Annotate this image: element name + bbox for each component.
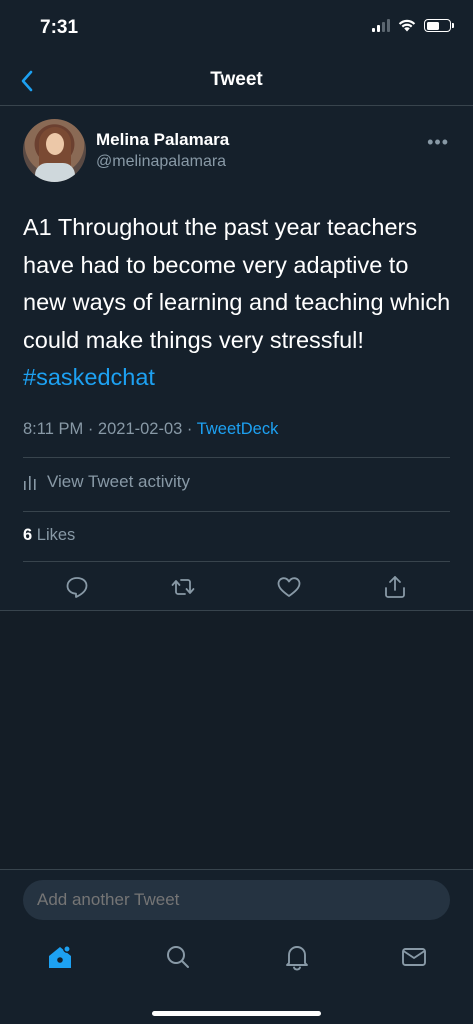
divider bbox=[23, 457, 450, 458]
wifi-icon bbox=[398, 19, 416, 32]
empty-replies-area bbox=[0, 611, 473, 869]
home-indicator[interactable] bbox=[152, 1011, 321, 1016]
retweet-icon[interactable] bbox=[170, 574, 196, 600]
tweet-source-link[interactable]: TweetDeck bbox=[197, 420, 279, 438]
notifications-icon[interactable] bbox=[283, 943, 311, 971]
divider bbox=[23, 511, 450, 512]
navigation-header: Tweet bbox=[0, 56, 473, 106]
likes-label: Likes bbox=[36, 526, 76, 544]
likes-count: 6 bbox=[23, 526, 33, 544]
hashtag-link[interactable]: #saskedchat bbox=[23, 364, 155, 390]
meta-separator: · bbox=[87, 420, 94, 438]
like-icon[interactable] bbox=[276, 574, 302, 600]
tweet-text: A1 Throughout the past year teachers hav… bbox=[23, 209, 453, 397]
avatar[interactable] bbox=[23, 119, 86, 182]
reply-icon[interactable] bbox=[64, 574, 90, 600]
analytics-icon bbox=[24, 476, 36, 490]
tweet-date: 2021-02-03 bbox=[97, 420, 183, 438]
messages-icon[interactable] bbox=[400, 943, 428, 971]
status-time: 7:31 bbox=[40, 17, 79, 38]
home-icon[interactable] bbox=[46, 943, 74, 971]
author-handle[interactable]: @melinapalamara bbox=[96, 153, 226, 171]
tweet-actions bbox=[0, 562, 473, 610]
search-icon[interactable] bbox=[164, 943, 192, 971]
battery-icon bbox=[424, 19, 454, 32]
activity-label: View Tweet activity bbox=[47, 472, 190, 491]
view-tweet-activity-button[interactable]: View Tweet activity bbox=[23, 472, 190, 492]
page-title: Tweet bbox=[210, 69, 263, 90]
tweet-body: A1 Throughout the past year teachers hav… bbox=[23, 214, 451, 353]
add-another-tweet-input[interactable] bbox=[23, 880, 450, 920]
tweet-time: 8:11 PM bbox=[23, 420, 84, 438]
status-icons bbox=[372, 19, 454, 32]
meta-separator: · bbox=[186, 420, 193, 438]
likes-count-link[interactable]: 6 Likes bbox=[23, 526, 75, 545]
author-name[interactable]: Melina Palamara bbox=[96, 130, 229, 150]
tweet-meta: 8:11 PM · 2021-02-03 · TweetDeck bbox=[23, 420, 278, 439]
more-options-icon[interactable]: ••• bbox=[427, 132, 449, 153]
cellular-signal-icon bbox=[372, 19, 390, 32]
share-icon[interactable] bbox=[382, 574, 408, 600]
status-bar: 7:31 bbox=[0, 0, 473, 56]
bottom-bar bbox=[0, 869, 473, 1024]
